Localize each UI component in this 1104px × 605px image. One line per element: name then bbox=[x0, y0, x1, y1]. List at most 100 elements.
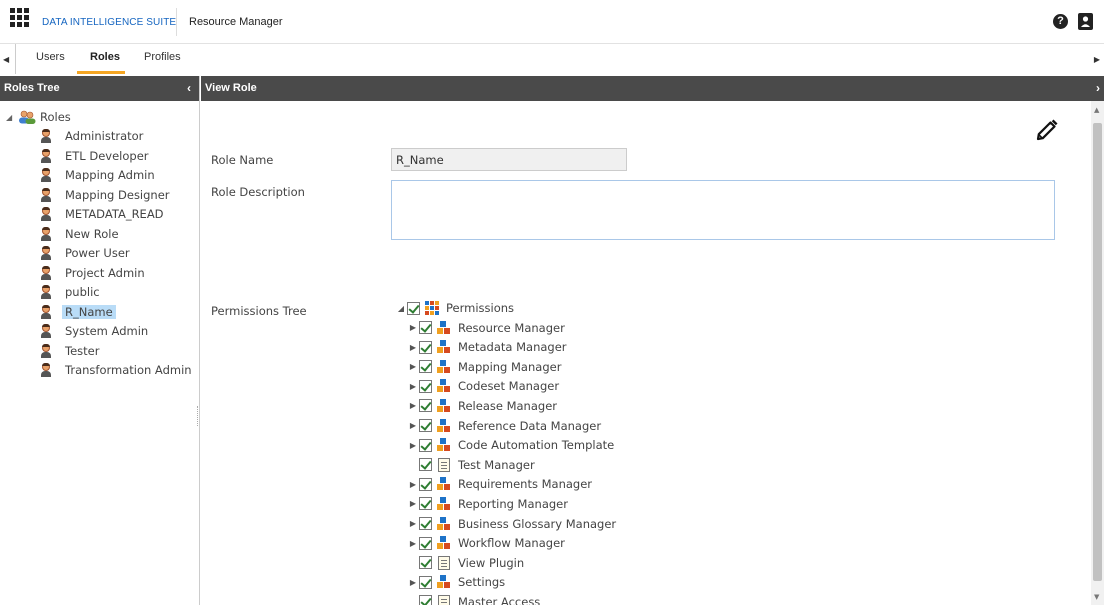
tree-collapsed-icon[interactable]: ▶ bbox=[407, 323, 419, 332]
active-tab-indicator bbox=[77, 71, 125, 74]
permission-item-resource-manager[interactable]: ▶ Resource Manager bbox=[407, 319, 565, 337]
role-description-input[interactable] bbox=[391, 180, 1055, 240]
tree-collapsed-icon[interactable]: ▶ bbox=[407, 343, 419, 352]
permission-checkbox[interactable] bbox=[419, 321, 432, 334]
user-icon bbox=[40, 343, 52, 358]
permission-item-reference-data-manager[interactable]: ▶ Reference Data Manager bbox=[407, 417, 601, 435]
tab-scroll-left-icon[interactable]: ◀ bbox=[3, 55, 9, 64]
permission-checkbox[interactable] bbox=[419, 438, 432, 452]
permission-item-code-automation-template[interactable]: ▶ Code Automation Template bbox=[407, 436, 614, 454]
edit-icon[interactable] bbox=[1035, 118, 1059, 142]
permission-item-metadata-manager[interactable]: ▶ Metadata Manager bbox=[407, 338, 567, 356]
permission-item-reporting-manager[interactable]: ▶ Reporting Manager bbox=[407, 495, 568, 513]
permission-item-release-manager[interactable]: ▶ Release Manager bbox=[407, 397, 557, 415]
role-item-power-user[interactable]: Power User bbox=[40, 244, 130, 262]
scroll-down-icon[interactable]: ▼ bbox=[1094, 593, 1099, 601]
panel-splitter[interactable] bbox=[197, 406, 200, 426]
role-item-r-name[interactable]: R_Name bbox=[40, 303, 116, 321]
user-profile-icon[interactable] bbox=[1078, 13, 1093, 30]
roles-root-node[interactable]: ◢ Roles bbox=[6, 108, 71, 126]
permissions-root-node[interactable]: ◢ Permissions bbox=[395, 299, 514, 317]
tab-roles[interactable]: Roles bbox=[90, 51, 120, 63]
role-item-mapping-admin[interactable]: Mapping Admin bbox=[40, 166, 155, 184]
role-item-mapping-designer[interactable]: Mapping Designer bbox=[40, 186, 170, 204]
permissions-root-label: Permissions bbox=[446, 301, 515, 315]
tree-collapsed-icon[interactable]: ▶ bbox=[407, 539, 419, 548]
role-item-administrator[interactable]: Administrator bbox=[40, 127, 143, 145]
tree-collapsed-icon[interactable]: ▶ bbox=[407, 441, 419, 450]
permission-checkbox[interactable] bbox=[419, 556, 432, 570]
permission-item-master-access[interactable]: ▶Master Access bbox=[407, 593, 540, 605]
permission-item-settings[interactable]: ▶ Settings bbox=[407, 573, 505, 591]
collapse-panel-icon[interactable]: ‹ bbox=[187, 81, 191, 95]
permission-label: View Plugin bbox=[458, 555, 525, 570]
role-item-etl-developer[interactable]: ETL Developer bbox=[40, 147, 149, 165]
tab-scroll-right-icon[interactable]: ▶ bbox=[1094, 55, 1100, 64]
permission-item-codeset-manager[interactable]: ▶ Codeset Manager bbox=[407, 377, 559, 395]
permission-item-business-glossary-manager[interactable]: ▶ Business Glossary Manager bbox=[407, 515, 616, 533]
role-item-new-role[interactable]: New Role bbox=[40, 225, 119, 243]
permission-checkbox[interactable] bbox=[419, 497, 432, 511]
module-icon bbox=[437, 320, 451, 335]
role-label: Mapping Designer bbox=[65, 187, 170, 202]
role-label: public bbox=[65, 285, 100, 299]
scroll-up-icon[interactable]: ▲ bbox=[1094, 106, 1099, 114]
module-icon bbox=[437, 438, 451, 452]
role-label: METADATA_READ bbox=[65, 207, 164, 221]
user-icon bbox=[40, 304, 52, 319]
tree-collapsed-icon[interactable]: ▶ bbox=[407, 362, 419, 371]
permission-item-view-plugin[interactable]: ▶View Plugin bbox=[407, 554, 524, 572]
vertical-scrollbar[interactable]: ▲ ▼ bbox=[1091, 101, 1104, 605]
user-icon bbox=[40, 207, 52, 221]
permission-label: Reference Data Manager bbox=[458, 418, 602, 433]
permission-checkbox[interactable] bbox=[419, 340, 432, 354]
expand-panel-icon[interactable]: › bbox=[1096, 81, 1100, 95]
brand-name[interactable]: DATA INTELLIGENCE SUITE bbox=[42, 17, 176, 28]
permission-item-test-manager[interactable]: ▶Test Manager bbox=[407, 456, 535, 474]
tree-collapsed-icon[interactable]: ▶ bbox=[407, 401, 419, 410]
tab-users[interactable]: Users bbox=[36, 51, 65, 63]
role-name-label: Role Name bbox=[211, 153, 274, 167]
tab-profiles[interactable]: Profiles bbox=[144, 51, 181, 63]
permission-checkbox[interactable] bbox=[419, 379, 432, 393]
tree-collapsed-icon[interactable]: ▶ bbox=[407, 421, 419, 430]
tree-expanded-icon[interactable]: ◢ bbox=[395, 304, 407, 313]
role-item-transformation-admin[interactable]: Transformation Admin bbox=[40, 361, 192, 379]
doc-icon bbox=[438, 457, 450, 472]
tab-bar: ◀ Users Roles Profiles ▶ bbox=[0, 44, 1104, 74]
role-item-project-admin[interactable]: Project Admin bbox=[40, 264, 145, 282]
tree-collapsed-icon[interactable]: ▶ bbox=[407, 499, 419, 508]
permission-checkbox[interactable] bbox=[419, 536, 432, 550]
permissions-grid-icon bbox=[425, 301, 439, 315]
role-item-public[interactable]: public bbox=[40, 283, 100, 301]
permission-checkbox[interactable] bbox=[419, 458, 432, 472]
permission-label: Release Manager bbox=[458, 398, 557, 413]
permission-checkbox[interactable] bbox=[419, 399, 432, 413]
role-name-input[interactable] bbox=[391, 148, 627, 171]
permission-checkbox[interactable] bbox=[419, 575, 432, 589]
permission-checkbox[interactable] bbox=[419, 595, 432, 605]
permission-checkbox[interactable] bbox=[419, 360, 432, 374]
permission-checkbox[interactable] bbox=[419, 477, 432, 491]
permission-item-workflow-manager[interactable]: ▶ Workflow Manager bbox=[407, 534, 565, 552]
module-icon bbox=[437, 379, 451, 393]
help-icon[interactable]: ? bbox=[1053, 14, 1068, 29]
permissions-checkbox[interactable] bbox=[407, 301, 420, 315]
role-item-metadata-read[interactable]: METADATA_READ bbox=[40, 205, 164, 223]
permission-checkbox[interactable] bbox=[419, 419, 432, 432]
app-launcher-icon[interactable] bbox=[10, 8, 30, 28]
tree-collapsed-icon[interactable]: ▶ bbox=[407, 480, 419, 489]
tree-collapsed-icon[interactable]: ▶ bbox=[407, 519, 419, 528]
permission-item-mapping-manager[interactable]: ▶ Mapping Manager bbox=[407, 358, 561, 376]
tree-collapsed-icon[interactable]: ▶ bbox=[407, 382, 419, 391]
permission-item-requirements-manager[interactable]: ▶ Requirements Manager bbox=[407, 475, 592, 493]
header-divider bbox=[176, 8, 177, 36]
tab-divider bbox=[15, 44, 16, 74]
scroll-thumb[interactable] bbox=[1093, 123, 1102, 581]
permission-checkbox[interactable] bbox=[419, 517, 432, 530]
role-item-system-admin[interactable]: System Admin bbox=[40, 322, 148, 340]
permission-label: Test Manager bbox=[458, 457, 535, 472]
role-item-tester[interactable]: Tester bbox=[40, 342, 99, 360]
tree-collapsed-icon[interactable]: ▶ bbox=[407, 578, 419, 587]
tree-expanded-icon[interactable]: ◢ bbox=[6, 113, 18, 122]
